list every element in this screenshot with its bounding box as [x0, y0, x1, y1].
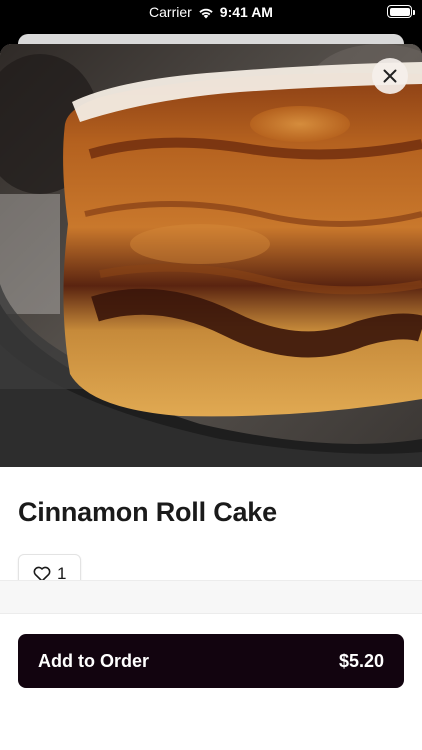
close-icon [383, 69, 397, 83]
product-image [0, 44, 422, 467]
add-to-order-button[interactable]: Add to Order $5.20 [18, 634, 404, 688]
cake-photo [0, 44, 422, 467]
wifi-icon [198, 6, 214, 19]
add-to-order-label: Add to Order [38, 650, 149, 671]
carrier-label: Carrier [149, 4, 192, 20]
order-price: $5.20 [338, 650, 384, 671]
status-time: 9:41 AM [219, 4, 273, 20]
battery-icon [387, 5, 415, 18]
product-title: Cinnamon Roll Cake [18, 497, 277, 527]
status-bar: Carrier 9:41 AM [0, 0, 422, 24]
status-center: Carrier 9:41 AM [0, 4, 422, 20]
close-button[interactable] [372, 58, 408, 94]
section-divider [0, 580, 422, 614]
